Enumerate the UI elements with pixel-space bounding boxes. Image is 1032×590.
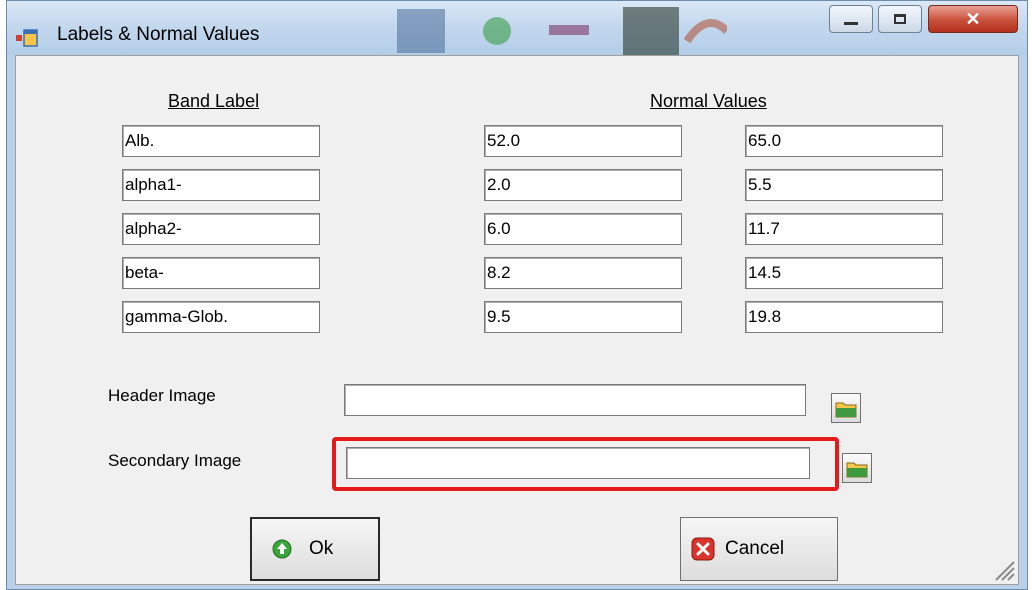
normal-low-input-2[interactable] <box>484 213 682 245</box>
minimize-icon <box>844 21 858 25</box>
normal-high-input-1[interactable] <box>745 169 943 201</box>
minimize-button[interactable] <box>829 5 873 33</box>
cancel-x-icon <box>691 537 715 561</box>
resize-grip-icon[interactable] <box>990 556 1016 582</box>
cancel-button[interactable]: Cancel <box>680 517 838 581</box>
normal-low-input-3[interactable] <box>484 257 682 289</box>
title-bar[interactable]: Labels & Normal Values ✕ <box>7 1 1027 55</box>
window-title: Labels & Normal Values <box>57 24 260 45</box>
normal-low-input-1[interactable] <box>484 169 682 201</box>
band-label-input-4[interactable] <box>122 301 320 333</box>
ok-arrow-icon <box>272 539 292 559</box>
header-image-browse-button[interactable] <box>831 393 861 423</box>
band-label-input-1[interactable] <box>122 169 320 201</box>
cancel-button-label: Cancel <box>725 538 785 559</box>
secondary-image-path-input[interactable] <box>346 447 810 479</box>
background-toolbar-decoration <box>397 7 727 55</box>
normal-low-input-4[interactable] <box>484 301 682 333</box>
open-folder-icon <box>835 402 857 418</box>
normal-high-input-2[interactable] <box>745 213 943 245</box>
band-label-input-0[interactable] <box>122 125 320 157</box>
open-folder-icon <box>846 462 868 478</box>
ok-button-label: Ok <box>309 538 334 559</box>
band-label-input-3[interactable] <box>122 257 320 289</box>
close-icon: ✕ <box>965 8 981 29</box>
secondary-image-label: Secondary Image <box>108 451 242 470</box>
close-button[interactable]: ✕ <box>928 5 1018 33</box>
normal-high-input-3[interactable] <box>745 257 943 289</box>
secondary-image-browse-button[interactable] <box>842 453 872 483</box>
header-image-label: Header Image <box>108 386 216 405</box>
normal-high-input-0[interactable] <box>745 125 943 157</box>
normal-high-input-4[interactable] <box>745 301 943 333</box>
band-label-header: Band Label <box>168 91 260 111</box>
ok-button[interactable]: Ok <box>250 517 380 581</box>
app-window-icon <box>16 29 38 47</box>
band-label-input-2[interactable] <box>122 213 320 245</box>
normal-values-header: Normal Values <box>650 91 767 111</box>
header-image-path-input[interactable] <box>344 384 806 416</box>
dialog-client-area: Band Label Normal Values Header Image <box>15 55 1019 585</box>
maximize-button[interactable] <box>878 5 922 33</box>
normal-low-input-0[interactable] <box>484 125 682 157</box>
dialog-window: Labels & Normal Values ✕ Band Label Norm… <box>6 0 1028 590</box>
maximize-icon <box>894 14 906 24</box>
